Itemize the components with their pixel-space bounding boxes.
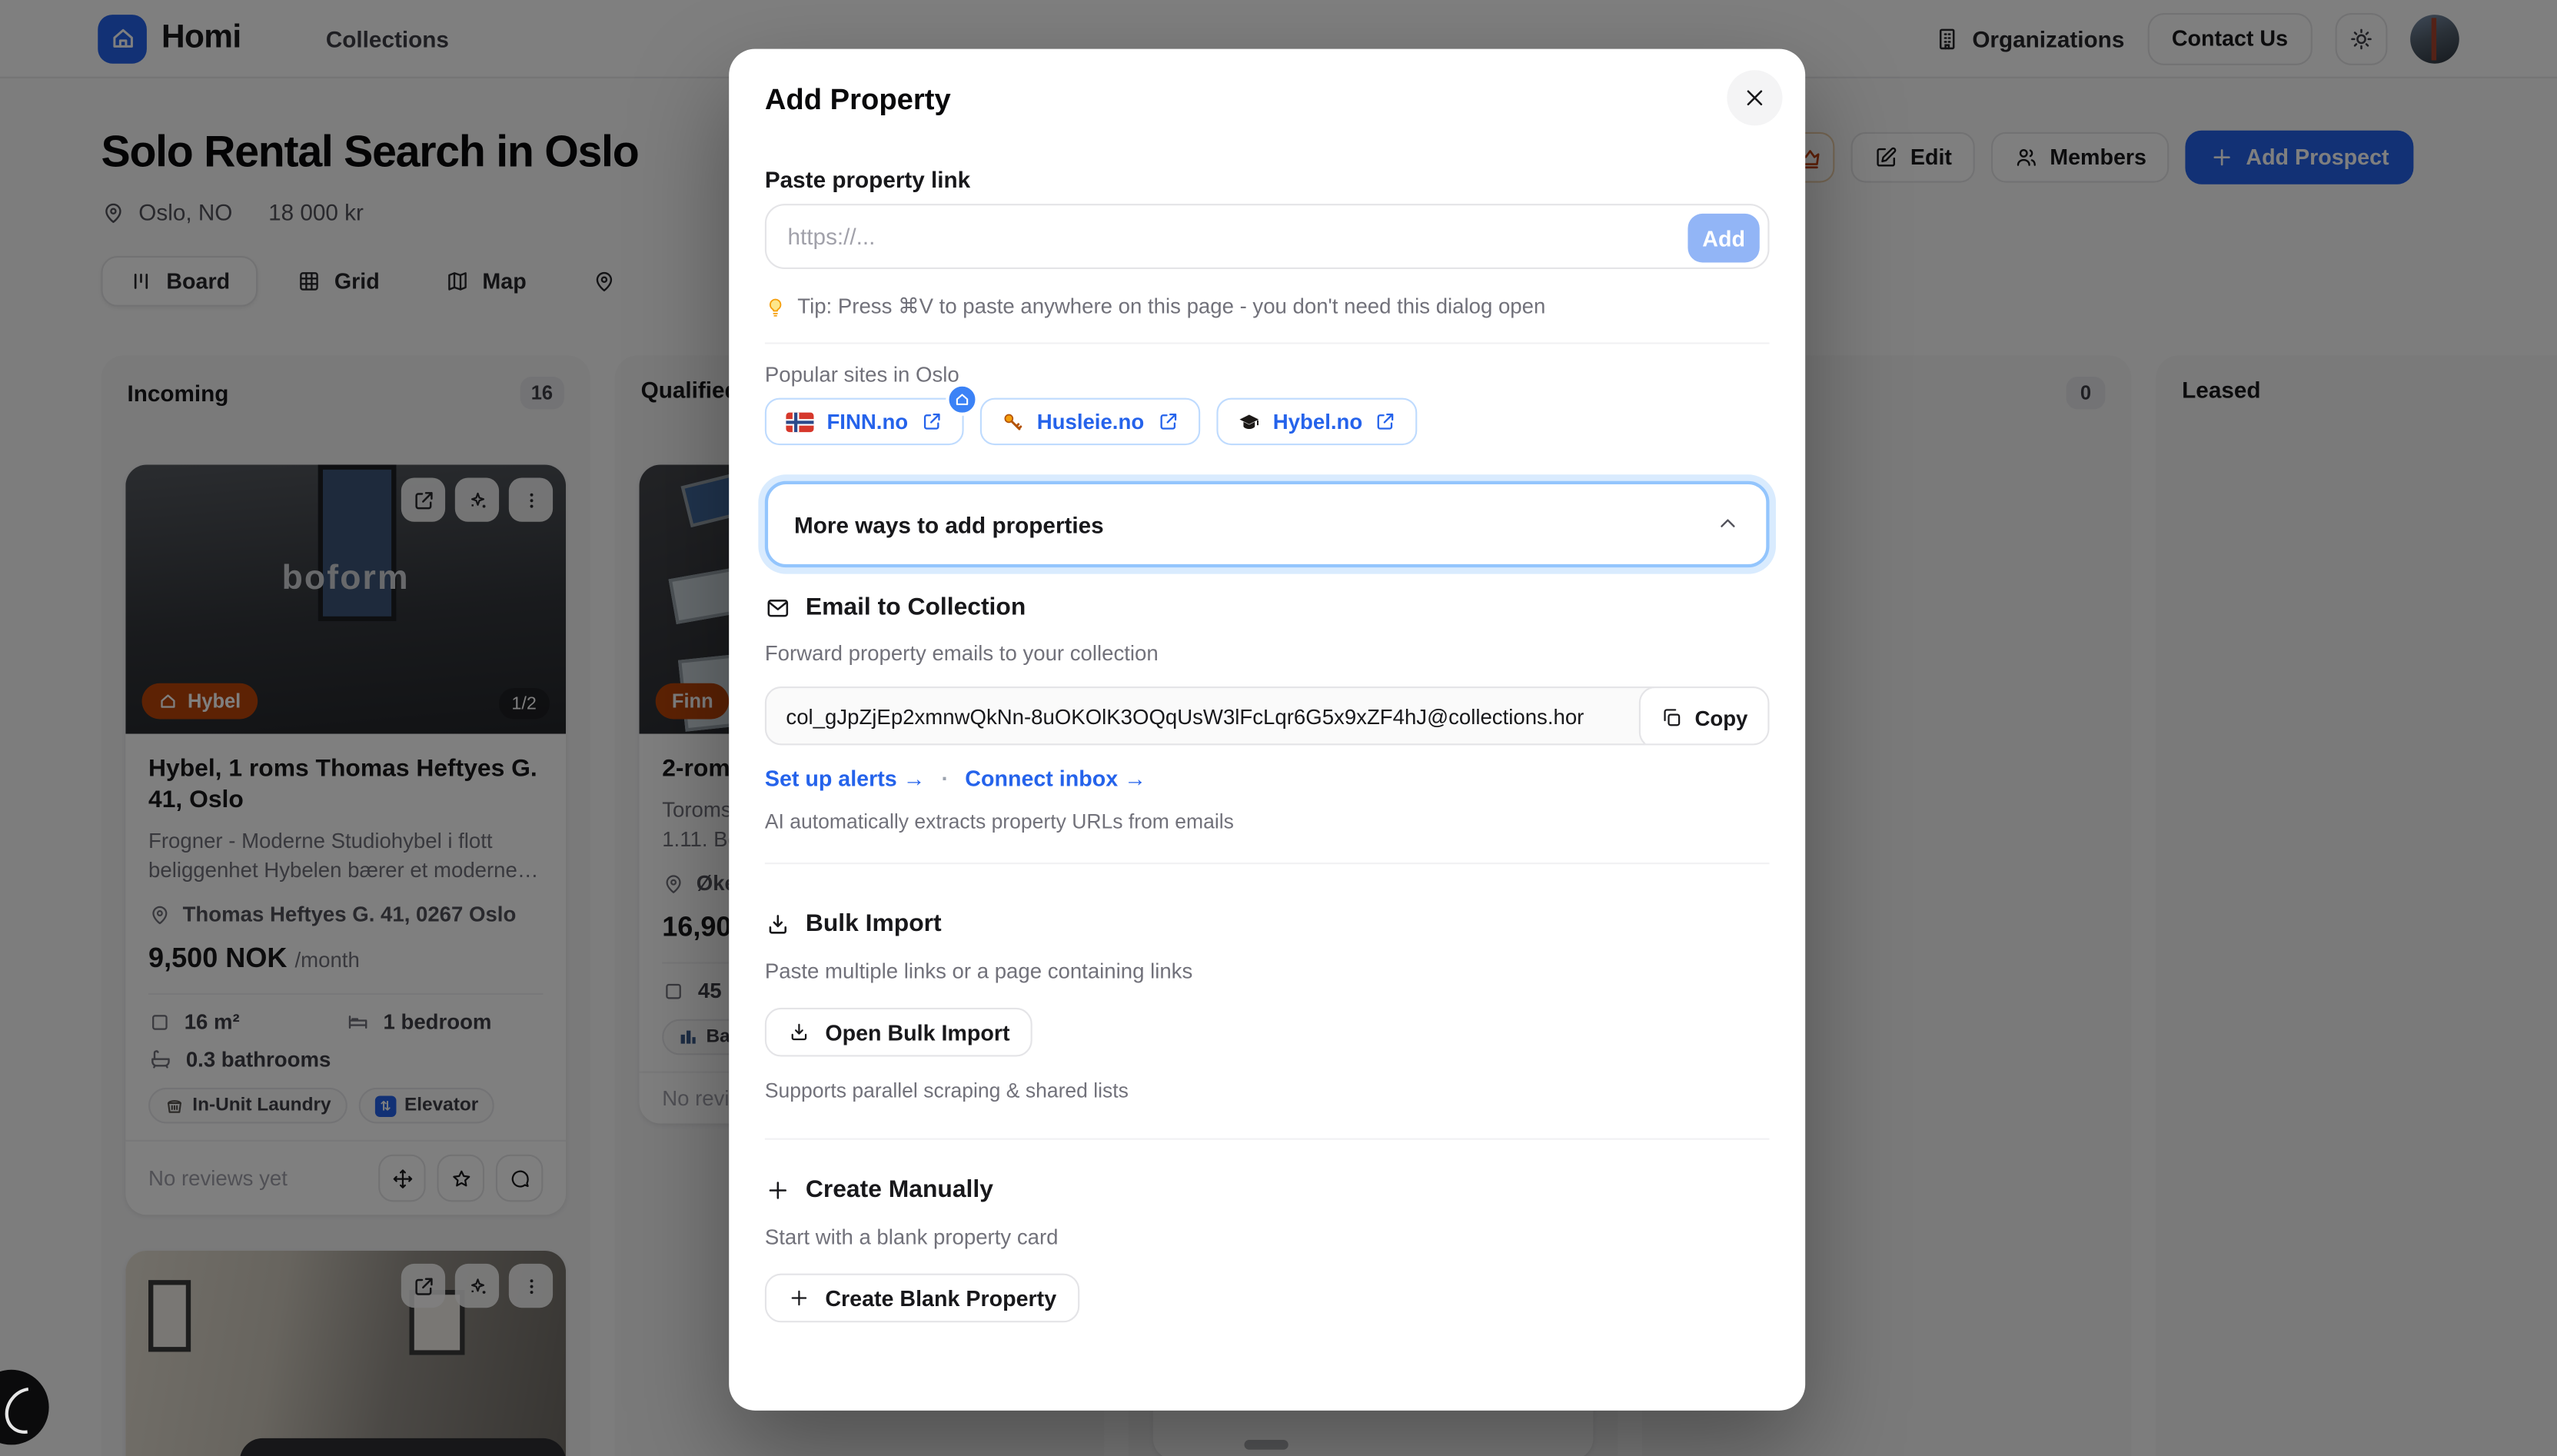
key-icon bbox=[1001, 410, 1024, 433]
house-notification-badge bbox=[946, 383, 978, 415]
manual-section-heading: Create Manually bbox=[765, 1175, 993, 1203]
external-link-icon bbox=[1157, 411, 1179, 433]
divider bbox=[765, 1139, 1770, 1140]
connect-inbox-link[interactable]: Connect inbox → bbox=[965, 766, 1145, 791]
collection-email-field: col_gJpZjEp2xmnwQkNn-8uOKOlK3OQqUsW3lFcL… bbox=[765, 686, 1770, 745]
graduation-cap-icon bbox=[1237, 410, 1260, 433]
create-blank-property-button[interactable]: Create Blank Property bbox=[765, 1274, 1079, 1323]
divider bbox=[765, 342, 1770, 344]
collection-email: col_gJpZjEp2xmnwQkNn-8uOKOlK3OQqUsW3lFcL… bbox=[766, 703, 1631, 728]
download-icon bbox=[788, 1021, 811, 1044]
more-ways-toggle[interactable]: More ways to add properties bbox=[765, 481, 1770, 567]
external-link-icon bbox=[1375, 411, 1397, 433]
external-link-icon bbox=[921, 411, 943, 433]
lightbulb-icon bbox=[765, 296, 786, 317]
email-section-heading: Email to Collection bbox=[765, 593, 1026, 621]
site-chip-husleie[interactable]: Husleie.no bbox=[979, 398, 1199, 446]
bulk-section-heading: Bulk Import bbox=[765, 910, 942, 938]
copy-icon bbox=[1661, 706, 1684, 729]
envelope-icon bbox=[765, 594, 791, 620]
plus-icon bbox=[765, 1176, 791, 1202]
open-bulk-import-button[interactable]: Open Bulk Import bbox=[765, 1008, 1032, 1057]
close-button[interactable] bbox=[1727, 70, 1782, 125]
url-input[interactable] bbox=[766, 205, 1767, 268]
bulk-section-sub: Paste multiple links or a page containin… bbox=[765, 959, 1192, 983]
add-property-modal: Add Property Paste property link Add Tip… bbox=[729, 49, 1805, 1411]
email-links: Set up alerts → · Connect inbox → bbox=[765, 766, 1146, 791]
email-note: AI automatically extracts property URLs … bbox=[765, 810, 1234, 833]
app-root: Homi Collections Organizations Contact U… bbox=[0, 0, 2557, 1456]
close-icon bbox=[1741, 85, 1767, 111]
download-icon bbox=[765, 911, 791, 937]
divider bbox=[765, 863, 1770, 864]
norway-flag-icon bbox=[786, 412, 813, 431]
chevron-up-icon bbox=[1716, 512, 1741, 537]
site-chip-finn[interactable]: FINN.no bbox=[765, 398, 963, 446]
popular-sites-label: Popular sites in Oslo bbox=[765, 362, 959, 387]
copy-email-button[interactable]: Copy bbox=[1639, 686, 1770, 745]
setup-alerts-link[interactable]: Set up alerts → bbox=[765, 766, 925, 791]
modal-title: Add Property bbox=[765, 83, 951, 118]
paste-tip: Tip: Press ⌘V to paste anywhere on this … bbox=[765, 294, 1545, 320]
add-button[interactable]: Add bbox=[1687, 214, 1759, 263]
site-chip-hybel[interactable]: Hybel.no bbox=[1216, 398, 1418, 446]
url-input-wrap: Add bbox=[765, 204, 1770, 269]
paste-link-label: Paste property link bbox=[765, 166, 970, 192]
popular-sites: FINN.no Husleie.no Hybel.no bbox=[765, 398, 1418, 446]
plus-icon bbox=[788, 1287, 811, 1310]
email-section-sub: Forward property emails to your collecti… bbox=[765, 641, 1159, 666]
manual-section-sub: Start with a blank property card bbox=[765, 1225, 1059, 1249]
bulk-note: Supports parallel scraping & shared list… bbox=[765, 1079, 1129, 1102]
